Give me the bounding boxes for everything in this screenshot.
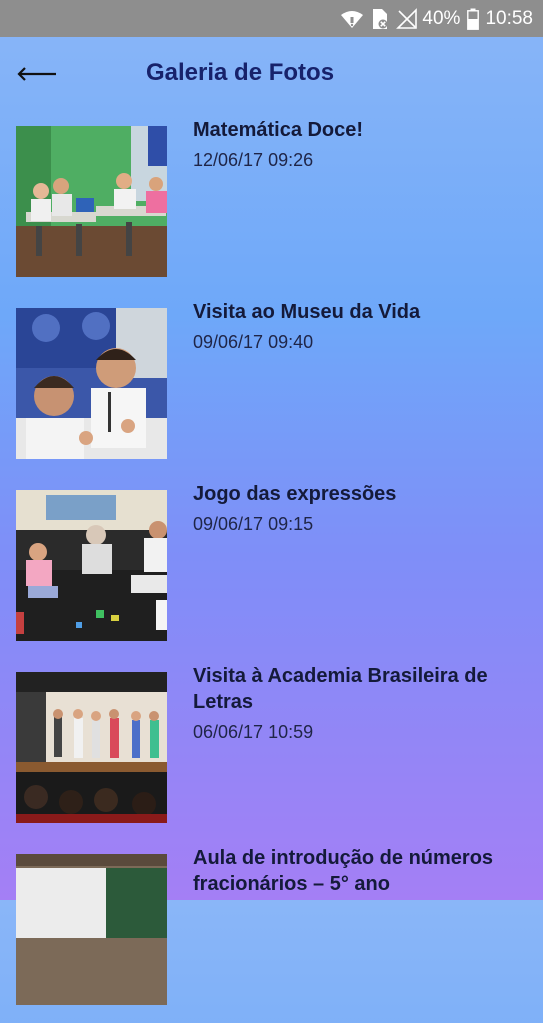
- sim-card-icon: [371, 8, 389, 30]
- album-thumbnail: [16, 672, 167, 823]
- album-title-text: Matemática Doce!: [193, 119, 364, 141]
- album-item[interactable]: Aula de introdução de números fracionári…: [0, 841, 543, 1023]
- album-title: Matemática Doce! 12/06/17 09:26: [193, 117, 533, 171]
- wifi-icon: [340, 9, 364, 29]
- page-title: Galeria de Fotos: [146, 59, 335, 86]
- album-item[interactable]: Visita ao Museu da Vida 09/06/17 09:40: [0, 295, 543, 477]
- album-date: 09/06/17 09:40: [193, 332, 314, 352]
- album-title-text: Visita à Academia Brasileira de Letras: [193, 665, 488, 713]
- clock: 10:58: [485, 7, 533, 29]
- album-thumbnail: [16, 126, 167, 277]
- arrow-left-icon: [17, 67, 56, 81]
- album-title-text: Jogo das expressões: [193, 483, 397, 505]
- status-bar: 40% 10:58: [0, 0, 543, 37]
- album-item[interactable]: Matemática Doce! 12/06/17 09:26: [0, 113, 543, 295]
- album-date: 09/06/17 09:15: [193, 514, 314, 534]
- app-bar: Galeria de Fotos: [0, 37, 543, 113]
- album-title: Visita à Academia Brasileira de Letras 0…: [193, 663, 533, 743]
- album-item[interactable]: Jogo das expressões 09/06/17 09:15: [0, 477, 543, 659]
- battery-icon: [467, 8, 480, 30]
- album-date: 06/06/17 10:59: [193, 722, 314, 742]
- album-title: Jogo das expressões 09/06/17 09:15: [193, 481, 533, 535]
- battery-percent: 40%: [422, 7, 461, 29]
- album-title-text: Aula de introdução de números fracionári…: [193, 847, 494, 895]
- album-thumbnail: [16, 308, 167, 459]
- album-title: Visita ao Museu da Vida 09/06/17 09:40: [193, 299, 533, 353]
- album-title-text: Visita ao Museu da Vida: [193, 301, 421, 323]
- album-title: Aula de introdução de números fracionári…: [193, 845, 533, 903]
- back-button[interactable]: [14, 57, 60, 91]
- album-thumbnail: [16, 490, 167, 641]
- album-item[interactable]: Visita à Academia Brasileira de Letras 0…: [0, 659, 543, 841]
- no-signal-icon: [396, 7, 418, 30]
- album-date: 12/06/17 09:26: [193, 150, 314, 170]
- album-thumbnail: [16, 854, 167, 1005]
